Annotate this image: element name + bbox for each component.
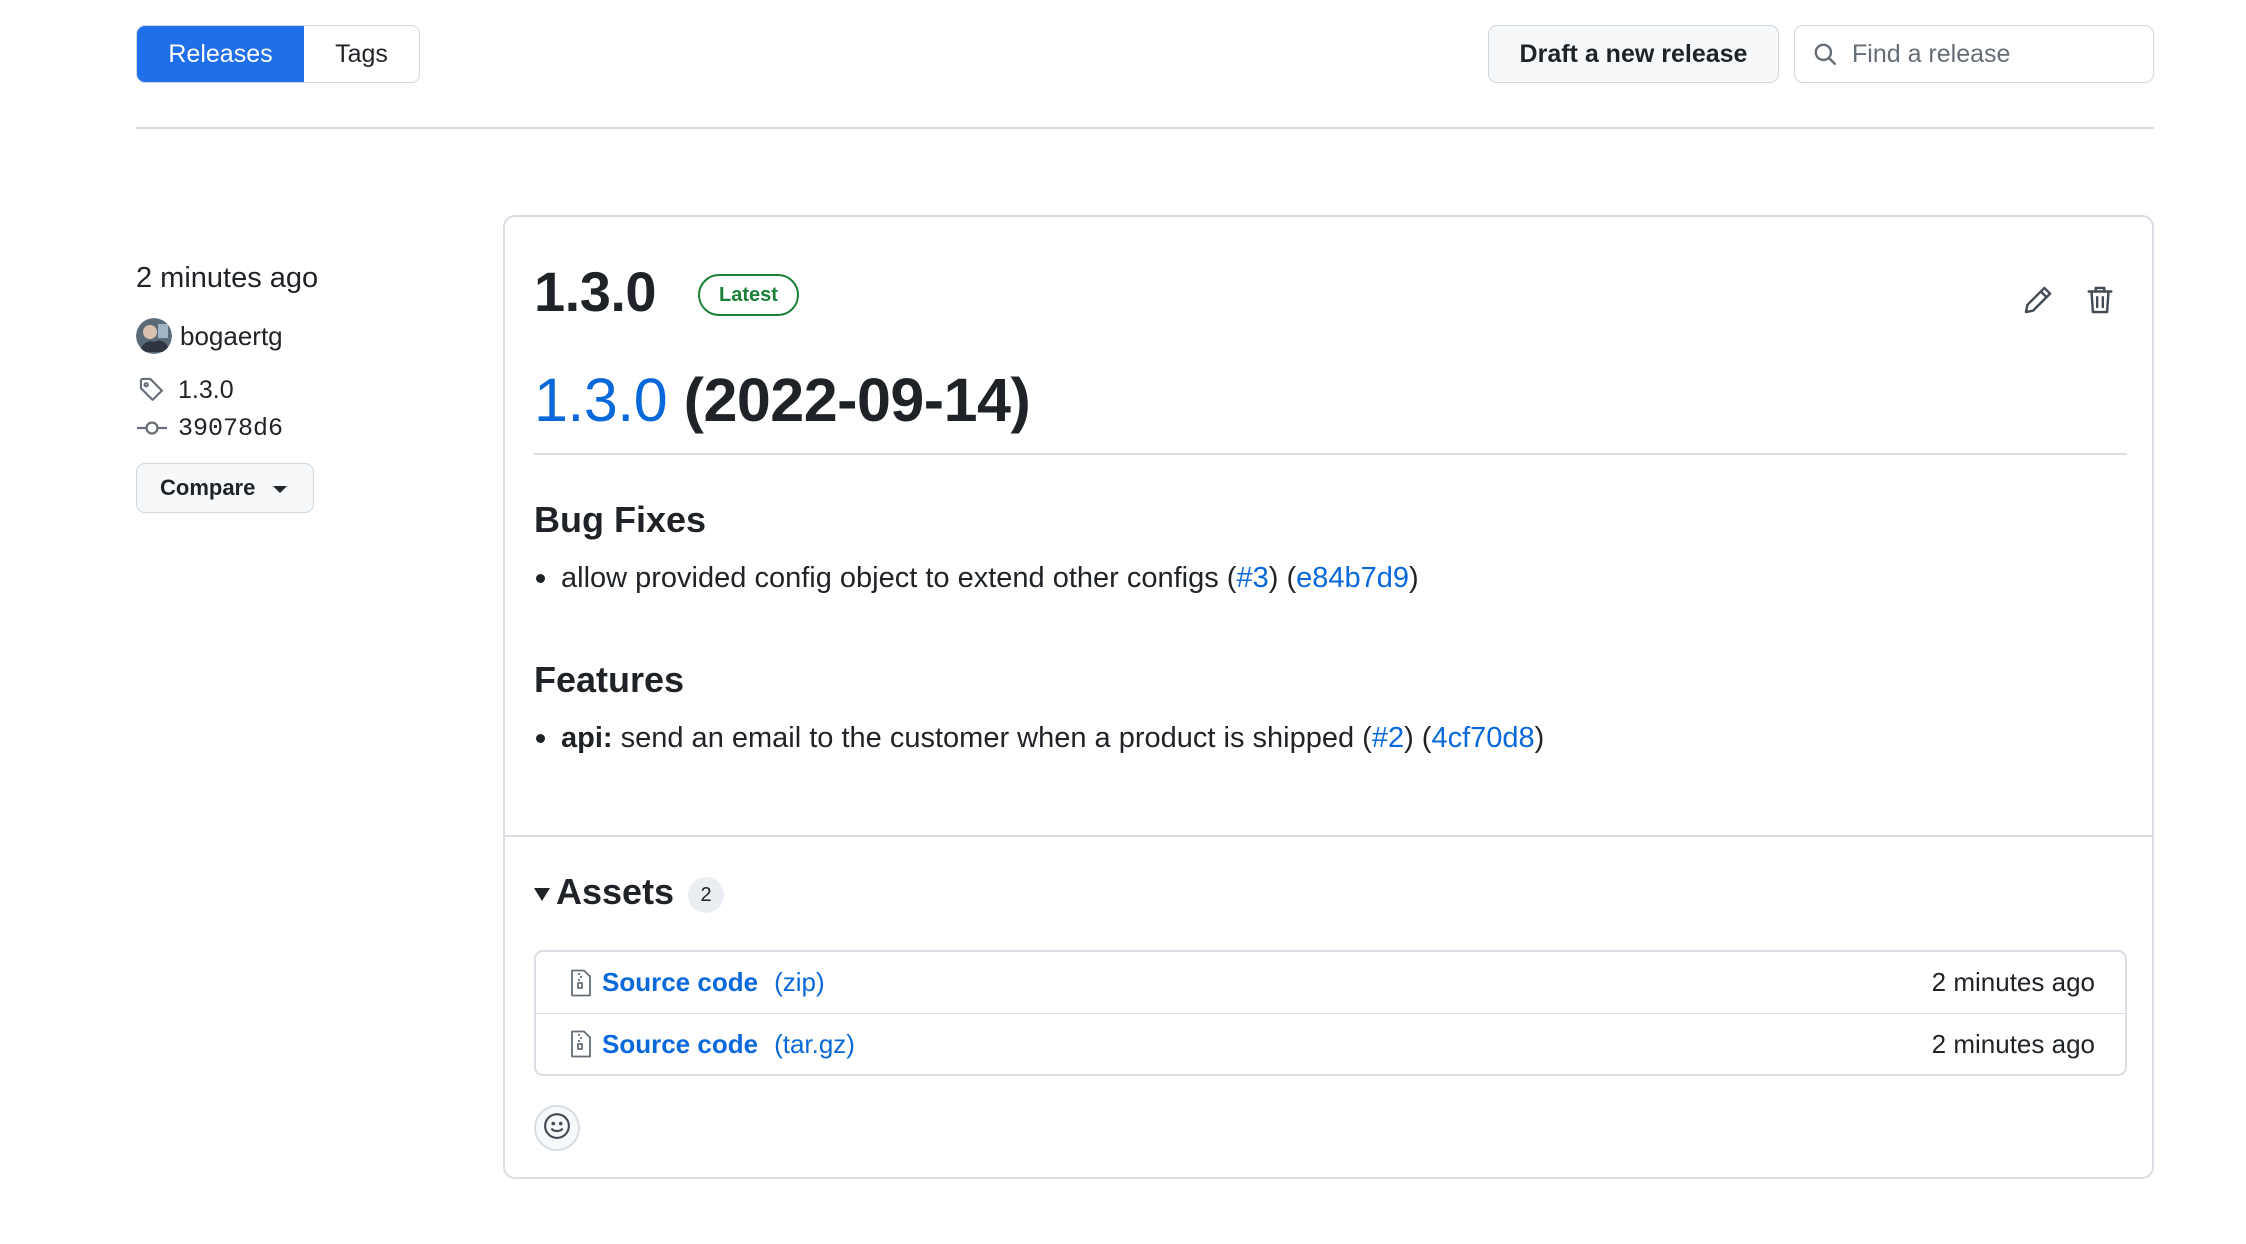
source-code-zip-link[interactable]: Source code xyxy=(602,967,758,998)
avatar[interactable] xyxy=(136,318,172,354)
release-time: 2 minutes ago xyxy=(136,262,319,294)
caret-down-icon xyxy=(534,887,550,901)
item-text: allow provided config object to extend o… xyxy=(561,562,1237,594)
item-text: send an email to the customer when a pro… xyxy=(612,722,1372,754)
tag-name[interactable]: 1.3.0 xyxy=(178,376,234,405)
item-end: ) xyxy=(1534,722,1545,754)
search-icon xyxy=(1810,39,1840,69)
pencil-icon[interactable] xyxy=(2021,283,2055,317)
compare-label: Compare xyxy=(160,475,256,500)
asset-time: 2 minutes ago xyxy=(1931,1028,2095,1059)
assets-label: Assets xyxy=(556,871,675,912)
assets-count-badge: 2 xyxy=(688,877,725,913)
section-title-features: Features xyxy=(534,659,685,700)
item-separator: ) ( xyxy=(1404,722,1432,754)
release-author[interactable]: bogaertg xyxy=(136,318,283,354)
commit-sha[interactable]: 39078d6 xyxy=(178,414,283,443)
commit-link[interactable]: e84b7d9 xyxy=(1296,562,1409,595)
release-version-link[interactable]: 1.3.0 xyxy=(534,366,668,434)
asset-row-zip: Source code (zip) 2 minutes ago xyxy=(536,952,2125,1013)
assets-divider xyxy=(505,835,2152,837)
asset-extension: (tar.gz) xyxy=(774,1028,855,1059)
heading-divider xyxy=(534,453,2127,455)
list-item: allow provided config object to extend o… xyxy=(536,562,1419,595)
release-title[interactable]: 1.3.0 xyxy=(534,259,657,324)
issue-link[interactable]: #3 xyxy=(1236,562,1268,595)
release-tag[interactable]: 1.3.0 xyxy=(136,374,234,406)
tab-releases[interactable]: Releases xyxy=(137,26,304,82)
file-zip-icon xyxy=(568,968,594,998)
asset-extension: (zip) xyxy=(774,967,825,997)
header-divider xyxy=(136,127,2154,129)
release-date: (2022-09-14) xyxy=(683,366,1031,434)
tab-tags[interactable]: Tags xyxy=(304,26,419,82)
author-name[interactable]: bogaertg xyxy=(180,321,283,352)
bullet-dot xyxy=(536,574,545,583)
release-commit[interactable]: 39078d6 xyxy=(136,412,283,444)
add-reaction-button[interactable] xyxy=(534,1105,580,1151)
find-release-search[interactable] xyxy=(1794,25,2154,83)
trash-icon[interactable] xyxy=(2083,283,2117,317)
release-card: 1.3.0 Latest 1.3.0 (2022-09-14) Bug Fixe… xyxy=(503,215,2154,1179)
asset-time: 2 minutes ago xyxy=(1931,967,2095,997)
latest-badge: Latest xyxy=(698,274,799,316)
item-end: ) xyxy=(1409,562,1419,594)
source-code-tar-gz-link[interactable]: Source code xyxy=(602,1029,758,1060)
list-item: api: send an email to the customer when … xyxy=(536,722,1545,755)
tag-icon xyxy=(136,374,168,406)
asset-row-tar-gz: Source code (tar.gz) 2 minutes ago xyxy=(536,1013,2125,1074)
search-input[interactable] xyxy=(1852,39,2132,69)
draft-new-release-button[interactable]: Draft a new release xyxy=(1488,25,1779,83)
bullet-dot xyxy=(536,734,545,743)
smiley-icon xyxy=(542,1111,572,1146)
file-zip-icon xyxy=(568,1029,594,1059)
item-separator: ) ( xyxy=(1268,562,1297,594)
item-scope: api: xyxy=(561,722,613,754)
commit-link[interactable]: 4cf70d8 xyxy=(1431,722,1534,755)
commit-icon xyxy=(136,412,168,444)
section-title-bug-fixes: Bug Fixes xyxy=(534,499,707,540)
compare-button[interactable]: Compare xyxy=(136,463,314,513)
release-notes-heading: 1.3.0 (2022-09-14) xyxy=(534,365,1031,435)
releases-tags-tabs: Releases Tags xyxy=(136,25,420,83)
assets-list: Source code (zip) 2 minutes ago Source c… xyxy=(534,950,2127,1076)
issue-link[interactable]: #2 xyxy=(1372,722,1404,755)
releases-page: Releases Tags Draft a new release 2 minu… xyxy=(0,0,2246,1244)
chevron-down-icon xyxy=(273,486,288,493)
assets-toggle[interactable]: Assets 2 xyxy=(534,871,725,913)
